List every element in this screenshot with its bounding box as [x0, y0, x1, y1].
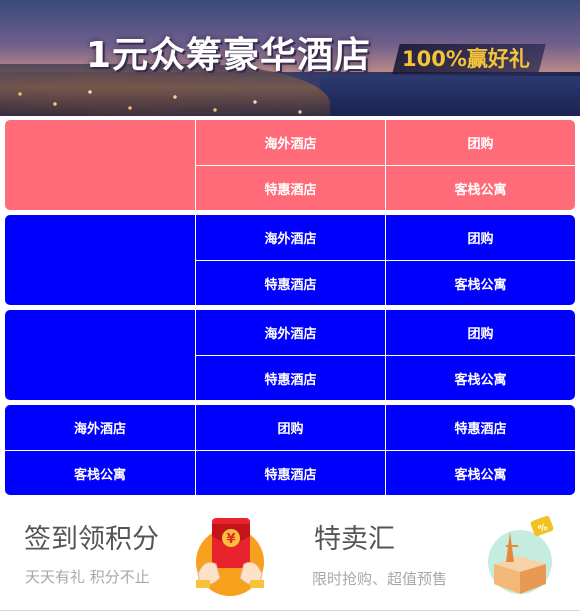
- link-overseas-hotel[interactable]: 海外酒店: [196, 120, 385, 165]
- category-block-2: 海外酒店 团购 特惠酒店 客栈公寓: [5, 215, 575, 305]
- link-inn-apartment[interactable]: 客栈公寓: [386, 356, 575, 400]
- link-overseas-hotel[interactable]: 海外酒店: [5, 405, 195, 450]
- link-inn-apartment[interactable]: 客栈公寓: [386, 166, 575, 210]
- svg-text:¥: ¥: [226, 532, 235, 547]
- category-block-3: 海外酒店 团购 特惠酒店 客栈公寓: [5, 310, 575, 400]
- link-inn-apartment[interactable]: 客栈公寓: [386, 261, 575, 305]
- link-discount-hotel[interactable]: 特惠酒店: [196, 166, 385, 210]
- bottom-divider: [0, 610, 580, 611]
- banner-sea: [320, 76, 580, 116]
- promo-flash-sale[interactable]: 特卖汇 限时抢购、超值预售 %: [290, 500, 580, 610]
- link-group-buy[interactable]: 团购: [196, 405, 385, 450]
- link-discount-hotel[interactable]: 特惠酒店: [196, 356, 385, 400]
- promo-flash-sale-title: 特卖汇: [314, 524, 395, 555]
- banner-tag: 100%赢好礼: [402, 47, 530, 71]
- promo-checkin-title: 签到领积分: [24, 524, 159, 555]
- promo-flash-sale-subtitle: 限时抢购、超值预售: [312, 570, 448, 588]
- link-discount-hotel[interactable]: 特惠酒店: [196, 261, 385, 305]
- link-group-buy[interactable]: 团购: [386, 310, 575, 355]
- link-inn-apartment[interactable]: 客栈公寓: [5, 451, 195, 495]
- banner-title: 1元众筹豪华酒店: [86, 35, 372, 76]
- category-block-image[interactable]: [5, 120, 195, 210]
- category-block-image[interactable]: [5, 310, 195, 400]
- link-overseas-hotel[interactable]: 海外酒店: [196, 215, 385, 260]
- link-overseas-hotel[interactable]: 海外酒店: [196, 310, 385, 355]
- link-group-buy[interactable]: 团购: [386, 120, 575, 165]
- link-discount-hotel[interactable]: 特惠酒店: [386, 405, 575, 450]
- promo-banner[interactable]: 1元众筹豪华酒店 100%赢好礼: [0, 0, 580, 116]
- red-envelope-icon: ¥: [196, 518, 264, 596]
- link-inn-apartment[interactable]: 客栈公寓: [386, 451, 575, 495]
- promo-checkin-subtitle: 天天有礼 积分不止: [25, 568, 150, 586]
- promo-checkin[interactable]: 签到领积分 天天有礼 积分不止 ¥: [0, 500, 290, 610]
- category-block-image[interactable]: [5, 215, 195, 305]
- link-discount-hotel[interactable]: 特惠酒店: [196, 451, 385, 495]
- category-block-4: 海外酒店 团购 特惠酒店 客栈公寓 特惠酒店 客栈公寓: [5, 405, 575, 495]
- link-group-buy[interactable]: 团购: [386, 215, 575, 260]
- category-block-1: 海外酒店 团购 特惠酒店 客栈公寓: [5, 120, 575, 210]
- gift-box-icon: %: [488, 515, 554, 594]
